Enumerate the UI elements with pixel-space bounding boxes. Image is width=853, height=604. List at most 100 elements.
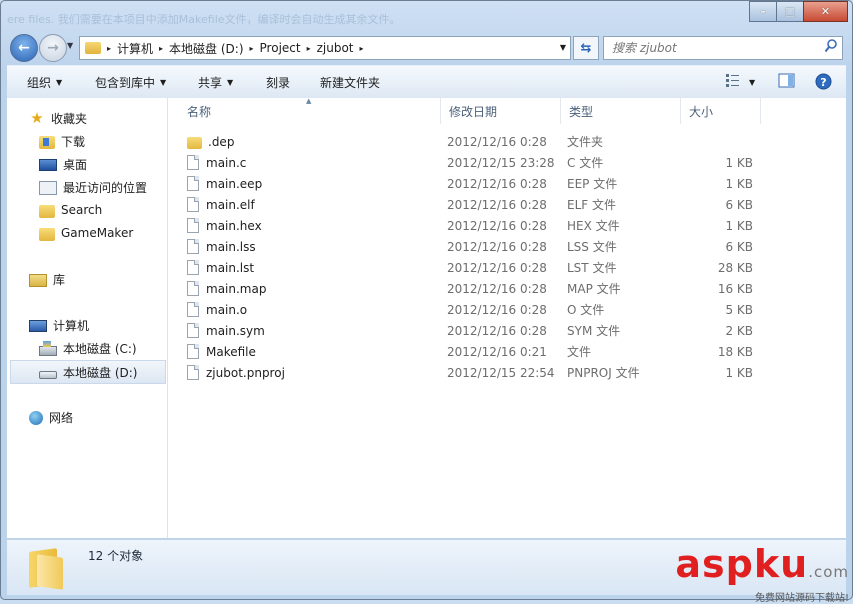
file-size: 1 KB bbox=[725, 176, 753, 191]
file-list: ▲ 名称 修改日期 类型 大小 .dep 2012/12/16 0:28 文件夹 ma… bbox=[169, 97, 846, 538]
table-row[interactable]: main.sym 2012/12/16 0:28 SYM 文件 2 KB bbox=[169, 320, 846, 341]
minimize-button[interactable]: – bbox=[749, 1, 777, 22]
table-row[interactable]: main.lst 2012/12/16 0:28 LST 文件 28 KB bbox=[169, 257, 846, 278]
file-name-cell[interactable]: Makefile bbox=[187, 341, 256, 362]
table-row[interactable]: main.elf 2012/12/16 0:28 ELF 文件 6 KB bbox=[169, 194, 846, 215]
table-row[interactable]: zjubot.pnproj 2012/12/15 22:54 PNPROJ 文件 1 … bbox=[169, 362, 846, 383]
table-row[interactable]: main.eep 2012/12/16 0:28 EEP 文件 1 KB bbox=[169, 173, 846, 194]
file-icon bbox=[187, 302, 199, 317]
view-options-icon[interactable] bbox=[725, 72, 741, 88]
file-name-cell[interactable]: main.lst bbox=[187, 257, 254, 278]
share-button[interactable]: 共享 ▼ bbox=[198, 66, 233, 98]
drive-icon bbox=[39, 371, 57, 379]
file-date: 2012/12/16 0:28 bbox=[447, 302, 547, 317]
table-row[interactable]: main.map 2012/12/16 0:28 MAP 文件 16 KB bbox=[169, 278, 846, 299]
breadcrumb-separator[interactable]: ▸ bbox=[360, 44, 364, 53]
file-name: main.c bbox=[206, 155, 247, 170]
file-name-cell[interactable]: zjubot.pnproj bbox=[187, 362, 285, 383]
file-type: HEX 文件 bbox=[567, 219, 620, 233]
file-name-cell[interactable]: main.sym bbox=[187, 320, 265, 341]
file-name: main.elf bbox=[206, 197, 255, 212]
nav-recent-places[interactable]: 最近访问的位置 bbox=[39, 176, 147, 198]
refresh-button[interactable]: ⇆ bbox=[573, 36, 599, 60]
breadcrumb-drive-d[interactable]: 本地磁盘 (D:) bbox=[169, 40, 243, 57]
nav-drive-c[interactable]: 本地磁盘 (C:) bbox=[39, 337, 137, 359]
breadcrumb-separator[interactable]: ▸ bbox=[250, 44, 254, 53]
file-name-cell[interactable]: main.map bbox=[187, 278, 266, 299]
maximize-button[interactable]: □ bbox=[776, 1, 804, 22]
file-icon bbox=[187, 365, 199, 380]
title-bar[interactable]: ere files. 我们需要在本项目中添加Makefile文件，编译时会自动生… bbox=[1, 1, 852, 31]
search-icon[interactable] bbox=[824, 38, 838, 54]
back-button[interactable]: ← bbox=[10, 34, 38, 62]
file-name-cell[interactable]: main.eep bbox=[187, 173, 262, 194]
search-input[interactable] bbox=[610, 37, 814, 59]
search-box[interactable] bbox=[603, 36, 843, 60]
nav-libraries[interactable]: 库 bbox=[29, 268, 65, 290]
file-size: 6 KB bbox=[725, 197, 753, 212]
address-dropdown-icon[interactable]: ▼ bbox=[560, 43, 566, 52]
nav-label: Search bbox=[61, 203, 103, 217]
new-folder-button[interactable]: 新建文件夹 bbox=[320, 66, 380, 98]
nav-downloads[interactable]: 下载 bbox=[39, 130, 85, 152]
breadcrumb-separator[interactable]: ▸ bbox=[307, 44, 311, 53]
watermark-tagline: 免费网站源码下载站! bbox=[754, 593, 849, 604]
file-date: 2012/12/16 0:21 bbox=[447, 344, 547, 359]
nav-favorites[interactable]: ★ 收藏夹 bbox=[29, 107, 87, 129]
file-name: main.map bbox=[206, 281, 267, 296]
file-icon bbox=[187, 176, 199, 191]
forward-button[interactable]: → bbox=[39, 34, 67, 62]
breadcrumb-zjubot[interactable]: zjubot bbox=[317, 41, 354, 55]
refresh-icon: ⇆ bbox=[580, 40, 592, 56]
file-name: main.sym bbox=[206, 323, 265, 338]
nav-drive-d[interactable]: 本地磁盘 (D:) bbox=[10, 360, 166, 384]
file-name-cell[interactable]: main.lss bbox=[187, 236, 256, 257]
burn-button[interactable]: 刻录 bbox=[266, 66, 290, 98]
file-icon bbox=[187, 344, 199, 359]
file-name-cell[interactable]: main.o bbox=[187, 299, 247, 320]
file-size: 2 KB bbox=[725, 323, 753, 338]
file-name-cell[interactable]: main.hex bbox=[187, 215, 262, 236]
column-header-size[interactable]: 大小 bbox=[681, 98, 761, 124]
include-in-library-button[interactable]: 包含到库中 ▼ bbox=[95, 66, 166, 98]
help-icon[interactable]: ? bbox=[815, 73, 832, 90]
breadcrumb-project[interactable]: Project bbox=[260, 41, 301, 55]
table-row[interactable]: main.lss 2012/12/16 0:28 LSS 文件 6 KB bbox=[169, 236, 846, 257]
star-icon: ★ bbox=[30, 109, 44, 127]
recent-pages-dropdown-icon[interactable]: ▼ bbox=[67, 41, 73, 50]
file-date: 2012/12/16 0:28 bbox=[447, 134, 547, 149]
organize-button[interactable]: 组织 ▼ bbox=[27, 66, 62, 98]
file-name-cell[interactable]: main.elf bbox=[187, 194, 255, 215]
breadcrumb-computer[interactable]: 计算机 bbox=[117, 40, 153, 57]
column-header-name[interactable]: 名称 bbox=[179, 98, 441, 124]
file-size bbox=[687, 131, 753, 152]
table-row[interactable]: main.hex 2012/12/16 0:28 HEX 文件 1 KB bbox=[169, 215, 846, 236]
table-row[interactable]: main.c 2012/12/15 23:28 C 文件 1 KB bbox=[169, 152, 846, 173]
column-header-type[interactable]: 类型 bbox=[561, 98, 681, 124]
nav-network[interactable]: 网络 bbox=[29, 406, 73, 428]
chevron-down-icon: ▼ bbox=[160, 77, 167, 87]
desktop-icon bbox=[39, 159, 57, 171]
nav-search[interactable]: Search bbox=[39, 199, 102, 221]
file-name-cell[interactable]: main.c bbox=[187, 152, 246, 173]
close-button[interactable]: ✕ bbox=[803, 1, 848, 22]
nav-computer[interactable]: 计算机 bbox=[29, 314, 89, 336]
table-row[interactable]: .dep 2012/12/16 0:28 文件夹 bbox=[169, 131, 846, 152]
nav-gamemaker[interactable]: GameMaker bbox=[39, 222, 133, 244]
recent-places-icon bbox=[39, 180, 57, 195]
file-size: 16 KB bbox=[717, 281, 753, 296]
table-row[interactable]: main.o 2012/12/16 0:28 O 文件 5 KB bbox=[169, 299, 846, 320]
file-date: 2012/12/15 23:28 bbox=[447, 155, 555, 170]
maximize-icon: □ bbox=[784, 5, 796, 18]
breadcrumb-separator[interactable]: ▸ bbox=[159, 44, 163, 53]
column-header-date[interactable]: 修改日期 bbox=[441, 98, 561, 124]
preview-pane-icon[interactable] bbox=[778, 72, 795, 89]
nav-desktop[interactable]: 桌面 bbox=[39, 153, 87, 175]
nav-label: 库 bbox=[53, 272, 66, 287]
folder-icon bbox=[39, 227, 55, 241]
view-dropdown-icon[interactable]: ▼ bbox=[749, 66, 755, 98]
file-name-cell[interactable]: .dep bbox=[187, 131, 234, 152]
breadcrumb-separator[interactable]: ▸ bbox=[107, 44, 111, 53]
address-bar[interactable]: ▸ 计算机 ▸ 本地磁盘 (D:) ▸ Project ▸ zjubot ▸ ▼ bbox=[79, 36, 571, 60]
table-row[interactable]: Makefile 2012/12/16 0:21 文件 18 KB bbox=[169, 341, 846, 362]
